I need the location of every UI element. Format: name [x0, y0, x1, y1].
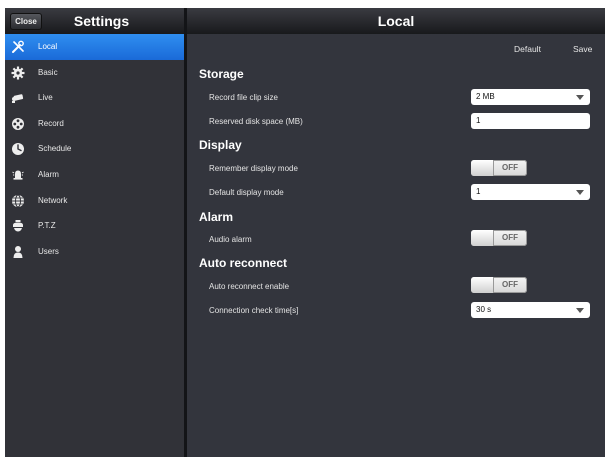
sidebar-item-label: Local: [38, 42, 58, 51]
sidebar-item-record[interactable]: Record: [5, 111, 184, 137]
main-panel: Local Default Save Storage Record file c…: [187, 8, 605, 457]
reserved-space-input[interactable]: 1: [471, 113, 590, 129]
sidebar-item-label: Basic: [38, 67, 58, 77]
sidebar-item-network[interactable]: Network: [5, 188, 184, 214]
auto-reconnect-toggle[interactable]: OFF: [471, 277, 527, 293]
sidebar-item-schedule[interactable]: Schedule: [5, 136, 184, 162]
page-title: Local: [377, 13, 415, 29]
alarm-bell-icon: [12, 170, 24, 180]
sidebar-item-label: Record: [38, 118, 64, 128]
save-button[interactable]: Save: [573, 34, 592, 64]
sidebar-item-alarm[interactable]: Alarm: [5, 162, 184, 188]
tools-icon: [12, 40, 24, 53]
record-file-size-value: 2 MB: [476, 92, 495, 101]
sidebar-item-label: Users: [38, 246, 59, 256]
section-title-storage: Storage: [199, 67, 244, 81]
section-title-auto-reconnect: Auto reconnect: [199, 256, 288, 270]
sidebar-item-label: Alarm: [38, 169, 59, 179]
sidebar-item-label: Network: [38, 195, 68, 205]
remember-mode-toggle[interactable]: OFF: [471, 160, 527, 176]
audio-alarm-label: Audio alarm: [209, 235, 252, 244]
toggle-knob: [471, 160, 494, 176]
chevron-down-icon: [576, 190, 584, 195]
chevron-down-icon: [576, 308, 584, 313]
gear-icon: [11, 66, 25, 80]
section-title-display: Display: [199, 138, 242, 152]
toggle-state-label: OFF: [502, 233, 518, 242]
record-file-size-select[interactable]: 2 MB: [471, 89, 590, 105]
sidebar-item-users[interactable]: Users: [5, 239, 184, 265]
reserved-space-label: Reserved disk space (MB): [209, 117, 303, 126]
default-button[interactable]: Default: [514, 34, 541, 64]
check-time-select[interactable]: 30 s: [471, 302, 590, 318]
sidebar-item-live[interactable]: Live: [5, 85, 184, 111]
sidebar-item-basic[interactable]: Basic: [5, 60, 184, 86]
default-mode-label: Default display mode: [209, 188, 284, 197]
main-header: Local: [187, 8, 605, 34]
sidebar-item-label: Schedule: [38, 144, 72, 154]
check-time-label: Connection check time[s]: [209, 306, 299, 315]
clock-icon: [12, 143, 24, 156]
toolbar: Default Save: [187, 34, 605, 64]
toggle-state-label: OFF: [502, 163, 518, 172]
ptz-camera-icon: [13, 220, 23, 232]
toggle-knob: [471, 230, 494, 246]
reserved-space-value: 1: [476, 116, 481, 125]
audio-alarm-toggle[interactable]: OFF: [471, 230, 527, 246]
remember-mode-label: Remember display mode: [209, 164, 298, 173]
sidebar-item-label: P.T.Z: [38, 221, 56, 231]
close-button[interactable]: Close: [10, 13, 42, 30]
check-time-value: 30 s: [476, 305, 492, 314]
section-title-alarm: Alarm: [199, 210, 234, 224]
sidebar-item-ptz[interactable]: P.T.Z: [5, 213, 184, 239]
sidebar-item-local[interactable]: Local: [5, 34, 184, 60]
film-reel-icon: [12, 117, 24, 130]
globe-icon: [12, 194, 24, 208]
user-icon: [13, 245, 23, 258]
sidebar-header: Settings Close: [5, 8, 184, 34]
toggle-state-label: OFF: [502, 280, 518, 289]
toggle-knob: [471, 277, 494, 293]
camera-icon: [12, 94, 24, 104]
record-file-size-label: Record file clip size: [209, 93, 278, 102]
sidebar-item-label: Live: [38, 93, 53, 103]
default-mode-value: 1: [476, 187, 481, 196]
sidebar-list: Local Basic Live Record Schedule Alarm N…: [5, 34, 184, 264]
chevron-down-icon: [576, 95, 584, 100]
sidebar: Settings Close Local Basic Live Record S…: [5, 8, 184, 457]
app-window: Settings Close Local Basic Live Record S…: [5, 8, 605, 457]
auto-reconnect-enable-label: Auto reconnect enable: [209, 282, 290, 291]
default-mode-select[interactable]: 1: [471, 184, 590, 200]
